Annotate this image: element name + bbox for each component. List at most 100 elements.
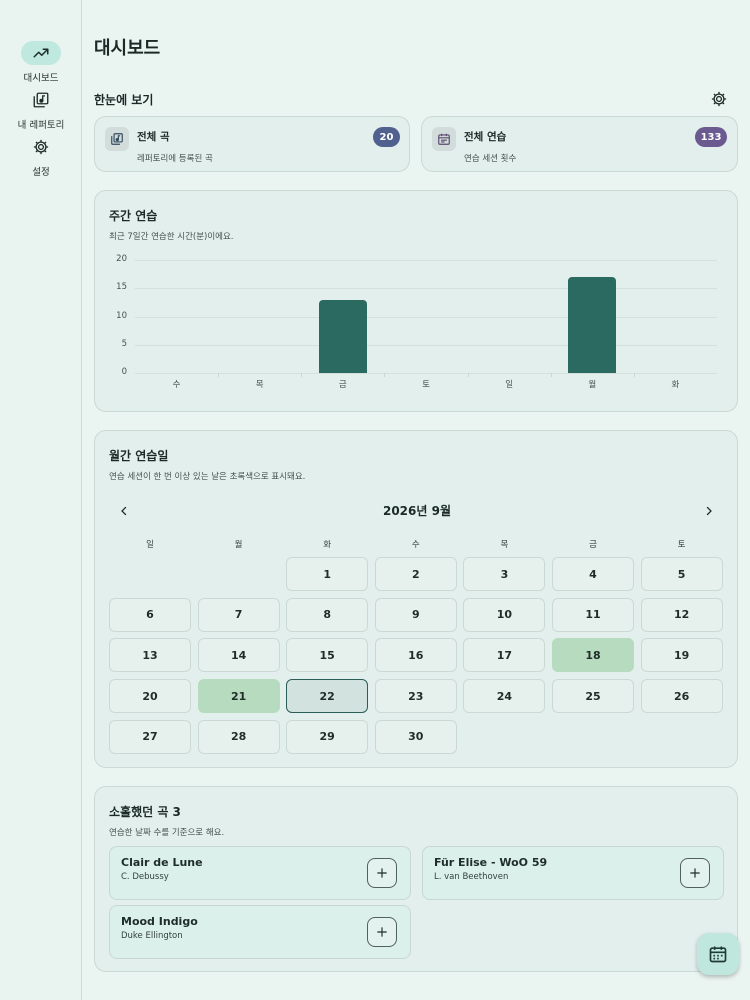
weekday-label: 목 xyxy=(500,540,509,550)
calendar-day[interactable]: 14 xyxy=(197,638,280,673)
calendar-day[interactable]: 19 xyxy=(640,638,723,673)
calendar-day[interactable]: 23 xyxy=(374,679,457,714)
next-month-button[interactable] xyxy=(699,501,719,521)
calendar-day[interactable]: 6 xyxy=(109,597,191,632)
y-tick-label: 10 xyxy=(116,310,127,321)
song-title: Für Elise - WoO 59 xyxy=(434,856,548,869)
song-artist: L. van Beethoven xyxy=(434,872,509,882)
x-tick-label: 금 xyxy=(338,380,347,390)
calendar-day[interactable]: 4 xyxy=(552,557,634,591)
song-card[interactable]: Für Elise - WoO 59 L. van Beethoven xyxy=(422,846,724,900)
stat-title: 전체 연습 xyxy=(464,131,507,143)
nav-label-dashboard: 대시보드 xyxy=(23,73,59,84)
weekday-label: 일 xyxy=(146,540,154,550)
nav-label-settings: 설정 xyxy=(32,167,50,178)
stat-card-total-songs[interactable]: 전체 곡 레퍼토리에 등록된 곡 20 xyxy=(94,116,410,172)
nav-item-repertoire[interactable]: 내 레퍼토리 xyxy=(0,88,82,131)
nav-icon-wrap xyxy=(21,88,61,112)
neglected-songs-card: 소홀했던 곡 3 연습한 날짜 수를 기준으로 해요. Clair de Lun… xyxy=(94,786,738,972)
nav-item-dashboard[interactable]: 대시보드 xyxy=(0,41,82,84)
y-tick-label: 20 xyxy=(116,254,127,264)
chart-gridline xyxy=(135,288,717,290)
calendar-day[interactable]: 3 xyxy=(463,557,546,591)
y-tick-label: 15 xyxy=(116,282,127,293)
add-practice-button[interactable] xyxy=(367,858,397,888)
calendar-day[interactable]: 13 xyxy=(109,638,191,673)
page-title: 대시보드 xyxy=(94,38,161,59)
x-tick-mark xyxy=(218,373,220,377)
calendar-day[interactable]: 22 xyxy=(286,679,369,714)
x-tick-mark xyxy=(301,373,303,377)
calendar-day[interactable]: 24 xyxy=(463,679,546,714)
add-practice-button[interactable] xyxy=(367,917,397,947)
song-card[interactable]: Clair de Lune C. Debussy xyxy=(109,846,411,900)
calendar-day[interactable]: 17 xyxy=(463,638,546,673)
stat-title: 전체 곡 xyxy=(137,131,170,143)
calendar-day[interactable]: 2 xyxy=(374,557,457,591)
weekly-practice-card: 주간 연습 최근 7일간 연습한 시간(분)이에요. 20 15 10 5 0 수 목 금 토 일… xyxy=(94,190,738,412)
month-label: 2026년 9월 xyxy=(382,504,451,518)
calendar-day[interactable]: 11 xyxy=(552,597,634,632)
weekday-label: 수 xyxy=(411,540,420,550)
calendar-day[interactable]: 26 xyxy=(640,679,723,714)
y-tick-label: 5 xyxy=(121,338,127,349)
chart-bar xyxy=(318,299,367,373)
x-tick-label: 화 xyxy=(671,380,680,390)
song-title: Mood Indigo xyxy=(121,915,198,928)
chart-bar xyxy=(568,276,617,373)
chart-gridline xyxy=(135,316,717,318)
calendar-day[interactable]: 12 xyxy=(640,597,723,632)
x-tick-mark xyxy=(467,373,469,377)
neglected-title: 소홀했던 곡 3 xyxy=(109,805,181,819)
nav-icon-wrap xyxy=(21,135,61,159)
weekday-label: 토 xyxy=(677,540,686,550)
weekday-label: 월 xyxy=(234,540,243,550)
calendar-day[interactable]: 28 xyxy=(197,719,280,754)
gear-icon xyxy=(711,91,727,107)
calendar-day[interactable]: 25 xyxy=(552,679,634,714)
nav-item-settings[interactable]: 설정 xyxy=(0,135,82,178)
song-card[interactable]: Mood Indigo Duke Ellington xyxy=(109,905,411,959)
calendar-day[interactable]: 7 xyxy=(197,597,280,632)
count-badge: 133 xyxy=(695,127,727,147)
y-tick-label: 0 xyxy=(121,367,127,377)
calendar-icon xyxy=(709,946,727,963)
calendar-day[interactable]: 30 xyxy=(374,719,457,754)
calendar-day[interactable]: 1 xyxy=(286,557,369,591)
chevron-right-icon xyxy=(706,506,712,516)
calendar-day[interactable]: 5 xyxy=(640,557,723,591)
calendar-day[interactable]: 15 xyxy=(286,638,369,673)
overview-title: 한눈에 보기 xyxy=(94,93,154,107)
calendar-day[interactable]: 29 xyxy=(286,719,369,754)
count-badge: 20 xyxy=(373,127,400,147)
x-tick-label: 일 xyxy=(505,380,514,390)
song-title: Clair de Lune xyxy=(121,856,203,869)
plus-icon xyxy=(377,927,387,937)
monthly-practice-card: 월간 연습일 연습 세션이 한 번 이상 있는 날은 초록색으로 표시돼요. 2… xyxy=(94,430,738,768)
calendar-fab-button[interactable] xyxy=(697,933,739,975)
overview-settings-button[interactable] xyxy=(710,90,728,108)
calendar-day[interactable]: 10 xyxy=(463,597,546,632)
calendar-day[interactable]: 8 xyxy=(286,597,369,632)
chart-gridline xyxy=(135,373,717,374)
x-tick-label: 목 xyxy=(255,380,264,390)
neglected-subtitle: 연습한 날짜 수를 기준으로 해요. xyxy=(109,828,225,838)
stat-subtitle: 레퍼토리에 등록된 곡 xyxy=(137,154,213,164)
calendar-day[interactable]: 9 xyxy=(374,597,457,632)
calendar-day[interactable]: 20 xyxy=(109,679,191,714)
library-music-icon xyxy=(33,92,49,108)
chart-gridline xyxy=(135,260,717,261)
trending-icon xyxy=(33,48,49,58)
stat-card-total-sessions[interactable]: 전체 연습 연습 세션 횟수 133 xyxy=(421,116,738,172)
plus-icon xyxy=(690,868,700,878)
calendar-day[interactable]: 21 xyxy=(197,679,280,714)
weekday-label: 금 xyxy=(589,540,597,550)
calendar-day[interactable]: 18 xyxy=(552,638,634,673)
calendar-icon xyxy=(432,127,456,151)
library-music-icon xyxy=(105,127,129,151)
nav-indicator xyxy=(21,41,61,65)
plus-icon xyxy=(377,868,387,878)
add-practice-button[interactable] xyxy=(680,858,710,888)
calendar-day[interactable]: 16 xyxy=(374,638,457,673)
calendar-day[interactable]: 27 xyxy=(109,719,191,754)
